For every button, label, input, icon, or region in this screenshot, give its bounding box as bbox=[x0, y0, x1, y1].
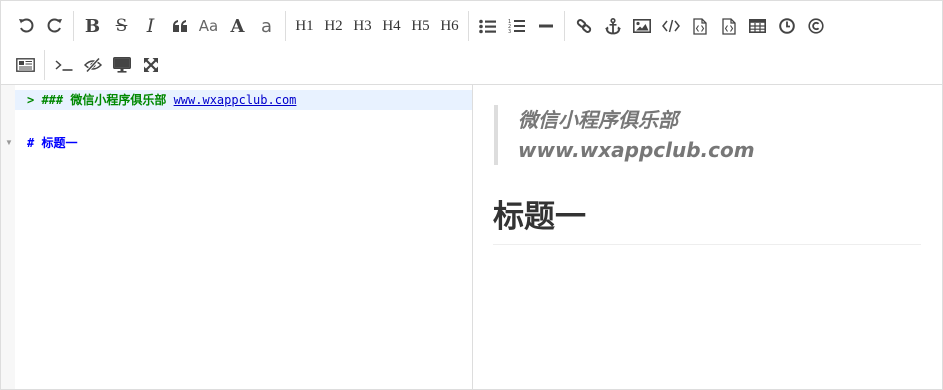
markdown-editor: B S I Aa Aa H1 H2 H3 H4 H5 H6 1 2 3 ▼ > ### 微信小程序俱乐部 … bbox=[0, 0, 943, 390]
strikethrough-label: S bbox=[115, 16, 128, 36]
list-ul-icon bbox=[479, 19, 496, 34]
newspaper-icon bbox=[16, 58, 35, 72]
code-link-text: www.wxappclub.com bbox=[173, 93, 297, 107]
file-code-icon bbox=[721, 17, 736, 35]
lowercase-label: a bbox=[260, 15, 273, 37]
redo-button[interactable] bbox=[40, 11, 69, 41]
link-button[interactable] bbox=[569, 11, 598, 41]
toolbar-separator bbox=[285, 11, 286, 41]
code-block-button[interactable] bbox=[714, 11, 743, 41]
code-icon bbox=[661, 19, 680, 33]
h2-label: H2 bbox=[324, 17, 343, 34]
code-header-text: # 标题一 bbox=[27, 136, 78, 150]
line-gutter: ▼ bbox=[1, 85, 15, 389]
code-line-3[interactable]: # 标题一 bbox=[15, 133, 472, 153]
lowercase-button[interactable]: a bbox=[252, 11, 281, 41]
table-button[interactable] bbox=[743, 11, 772, 41]
pagebreak-button[interactable] bbox=[11, 50, 40, 80]
h6-button[interactable]: H6 bbox=[435, 11, 464, 41]
list-ol-icon: 123 bbox=[508, 18, 525, 34]
undo-icon bbox=[18, 18, 34, 34]
code-line-1[interactable]: > ### 微信小程序俱乐部 www.wxappclub.com bbox=[15, 90, 472, 110]
code-button[interactable] bbox=[656, 11, 685, 41]
datetime-button[interactable] bbox=[772, 11, 801, 41]
toolbar-row-1: B S I Aa Aa H1 H2 H3 H4 H5 H6 1 2 3 bbox=[11, 11, 830, 41]
h4-button[interactable]: H4 bbox=[377, 11, 406, 41]
ordered-list-button[interactable]: 123 bbox=[502, 11, 531, 41]
watch-toggle-button[interactable] bbox=[78, 50, 107, 80]
bold-button[interactable]: B bbox=[78, 11, 107, 41]
h5-label: H5 bbox=[411, 17, 430, 34]
html-entities-button[interactable] bbox=[801, 11, 830, 41]
h4-label: H4 bbox=[382, 17, 401, 34]
preformatted-code-button[interactable] bbox=[685, 11, 714, 41]
fullscreen-button[interactable] bbox=[136, 50, 165, 80]
quote-button[interactable] bbox=[165, 11, 194, 41]
table-icon bbox=[749, 19, 766, 33]
minus-icon bbox=[538, 19, 553, 33]
toolbar-separator bbox=[468, 11, 469, 41]
code-line-2[interactable] bbox=[15, 110, 472, 130]
uppercase-button[interactable]: Aa bbox=[194, 11, 223, 41]
image-icon bbox=[632, 19, 651, 33]
terminal-icon bbox=[55, 59, 73, 71]
image-button[interactable] bbox=[627, 11, 656, 41]
code-editor-pane[interactable]: ▼ > ### 微信小程序俱乐部 www.wxappclub.com # 标题一 bbox=[1, 85, 473, 389]
h1-button[interactable]: H1 bbox=[290, 11, 319, 41]
h3-label: H3 bbox=[353, 17, 372, 34]
copyright-icon bbox=[807, 18, 824, 34]
strikethrough-button[interactable]: S bbox=[107, 11, 136, 41]
goto-line-button[interactable] bbox=[49, 50, 78, 80]
quote-icon bbox=[172, 19, 188, 33]
preview-pane: 微信小程序俱乐部 www.wxappclub.com 标题一 bbox=[474, 85, 942, 389]
desktop-icon bbox=[112, 57, 131, 73]
preview-heading-1: 标题一 bbox=[493, 194, 921, 245]
svg-text:3: 3 bbox=[508, 29, 511, 34]
toolbar: B S I Aa Aa H1 H2 H3 H4 H5 H6 1 2 3 bbox=[1, 1, 942, 85]
h5-button[interactable]: H5 bbox=[406, 11, 435, 41]
arrows-alt-icon bbox=[143, 57, 159, 73]
eye-slash-icon bbox=[83, 58, 102, 72]
clock-icon bbox=[778, 18, 795, 34]
preview-quote-line-1: 微信小程序俱乐部 bbox=[518, 108, 678, 132]
toolbar-separator bbox=[564, 11, 565, 41]
redo-icon bbox=[47, 18, 63, 34]
uppercase-all-label: A bbox=[230, 15, 245, 37]
h3-button[interactable]: H3 bbox=[348, 11, 377, 41]
fold-marker-icon[interactable]: ▼ bbox=[5, 138, 13, 147]
preview-quote-line-2: www.wxappclub.com bbox=[518, 138, 755, 162]
h6-label: H6 bbox=[440, 17, 459, 34]
preview-button[interactable] bbox=[107, 50, 136, 80]
toolbar-row-2 bbox=[11, 50, 165, 80]
toolbar-separator bbox=[44, 50, 45, 80]
toolbar-separator bbox=[73, 11, 74, 41]
preview-blockquote: 微信小程序俱乐部 www.wxappclub.com bbox=[494, 105, 914, 165]
bold-label: B bbox=[84, 15, 101, 37]
unordered-list-button[interactable] bbox=[473, 11, 502, 41]
uppercase-label: Aa bbox=[198, 17, 219, 35]
file-code-icon bbox=[692, 17, 707, 35]
horizontal-rule-button[interactable] bbox=[531, 11, 560, 41]
undo-button[interactable] bbox=[11, 11, 40, 41]
h2-button[interactable]: H2 bbox=[319, 11, 348, 41]
anchor-icon bbox=[604, 17, 621, 35]
h1-label: H1 bbox=[295, 17, 314, 34]
italic-label: I bbox=[146, 15, 155, 37]
code-blockquote-text: > ### 微信小程序俱乐部 bbox=[27, 93, 174, 107]
uppercase-all-button[interactable]: A bbox=[223, 11, 252, 41]
anchor-button[interactable] bbox=[598, 11, 627, 41]
link-icon bbox=[576, 18, 592, 34]
italic-button[interactable]: I bbox=[136, 11, 165, 41]
